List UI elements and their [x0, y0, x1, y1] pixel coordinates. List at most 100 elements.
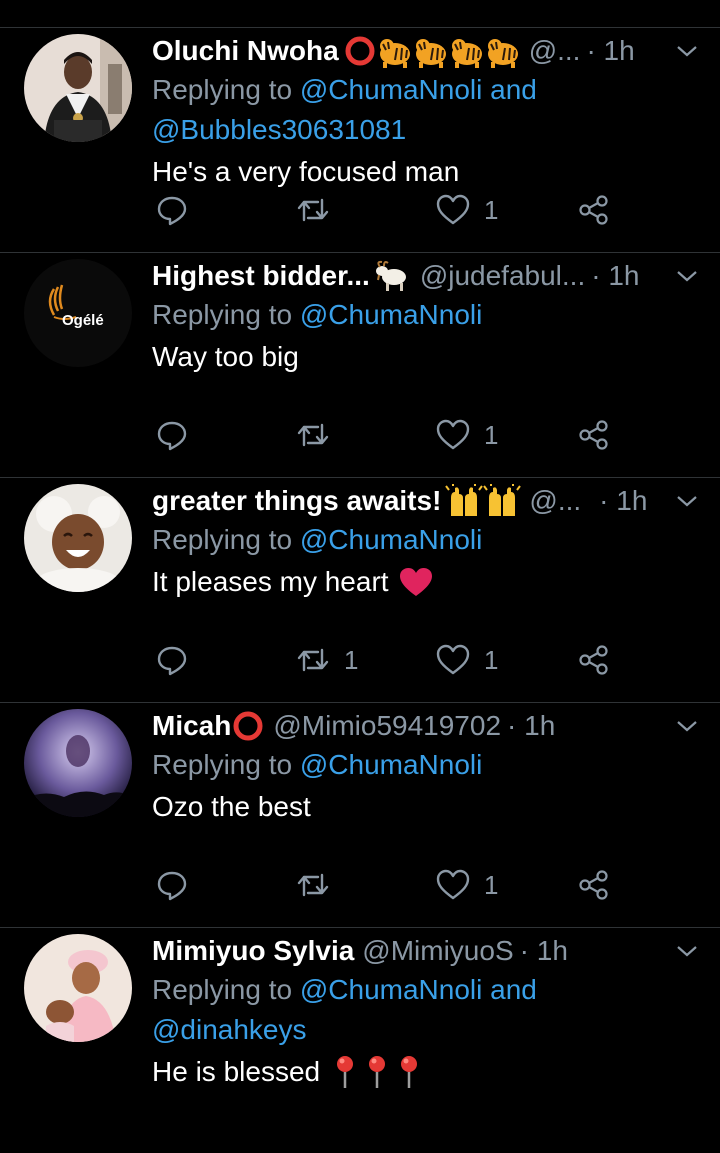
user-handle[interactable]: @... — [529, 35, 581, 67]
display-name[interactable]: Highest bidder... — [152, 260, 370, 292]
replying-to: Replying to @ChumaNnoli — [152, 745, 696, 785]
tiger-emoji — [415, 39, 446, 68]
display-name[interactable]: greater things awaits! — [152, 485, 441, 517]
hollow-red-circle-emoji — [345, 36, 375, 66]
tweet-text-content: Ozo the best — [152, 791, 311, 822]
timestamp: · 1h — [519, 935, 568, 966]
tweet-text: He's a very focused man — [152, 150, 696, 194]
like-count: 1 — [484, 644, 499, 675]
chevron-down-icon[interactable] — [672, 711, 702, 741]
like-button[interactable]: 1 — [436, 190, 498, 230]
display-name[interactable]: Micah — [152, 710, 231, 742]
replying-to: Replying to @ChumaNnoli and — [152, 70, 696, 110]
round-pushpin-emoji — [337, 1056, 354, 1088]
replying-to: Replying to @ChumaNnoli — [152, 295, 696, 335]
mention-link[interactable]: @ChumaNnoli — [300, 524, 483, 555]
like-count: 1 — [484, 419, 499, 450]
tweet-content: Mimiyuo Sylvia @MimiyuoS · 1h Replying t… — [152, 932, 697, 1094]
round-pushpin-emoji — [369, 1056, 386, 1088]
tweet-text-content: Way too big — [152, 341, 299, 372]
mention-link[interactable]: @ChumaNnoli and — [300, 974, 537, 1005]
tweet-header: Highest bidder... @judefabul... · 1h — [152, 257, 697, 295]
mention-link[interactable]: @ChumaNnoli — [300, 749, 483, 780]
user-handle[interactable]: @Mimio59419702 — [273, 710, 501, 742]
tweet-content: Micah @Mimio59419702 · 1h Replying to @C… — [152, 707, 697, 829]
mention-link[interactable]: @Bubbles30631081 — [152, 114, 406, 145]
reply-icon — [157, 871, 187, 901]
reply-tweet[interactable]: Micah @Mimio59419702 · 1h Replying to @C… — [0, 703, 720, 928]
reply-button[interactable] — [156, 865, 188, 905]
reply-tweet[interactable]: greater things awaits! @... · 1h Replyin… — [0, 478, 720, 703]
replying-to: Replying to @ChumaNnoli — [152, 520, 696, 560]
chevron-down-icon[interactable] — [672, 261, 702, 291]
replying-to-label: Replying to — [152, 524, 300, 555]
chevron-down-icon[interactable] — [672, 936, 702, 966]
avatar[interactable] — [24, 34, 132, 142]
reply-button[interactable] — [156, 415, 188, 455]
tiger-emoji — [451, 39, 482, 68]
red-heart-emoji — [399, 568, 432, 596]
avatar-logo-text: Ogélé — [62, 312, 104, 329]
top-divider — [0, 0, 720, 28]
share-button[interactable] — [578, 640, 610, 680]
tweet-actions: 1 — [152, 415, 720, 455]
tweet-text: Ozo the best — [152, 785, 696, 829]
user-handle[interactable]: @judefabul... — [420, 260, 585, 292]
like-count: 1 — [484, 194, 499, 225]
chevron-down-icon[interactable] — [672, 36, 702, 66]
timestamp: · 1h — [591, 260, 640, 291]
heart-icon — [436, 644, 470, 675]
replying-to-label: Replying to — [152, 299, 300, 330]
reply-button[interactable] — [156, 190, 188, 230]
tweet-content: Oluchi Nwoha @... · 1h Replying to @Chum… — [152, 32, 697, 194]
share-button[interactable] — [578, 415, 610, 455]
share-button[interactable] — [578, 190, 610, 230]
display-name[interactable]: Mimiyuo Sylvia — [152, 935, 354, 967]
retweet-button[interactable] — [296, 190, 344, 230]
retweet-button[interactable] — [296, 865, 344, 905]
avatar[interactable] — [24, 934, 132, 1042]
tiger-emoji — [379, 39, 410, 68]
tweet-header: Oluchi Nwoha @... · 1h — [152, 32, 697, 70]
hollow-red-circle-emoji — [233, 711, 263, 741]
name-emoji-group — [445, 484, 522, 518]
tweet-text-content: It pleases my heart — [152, 566, 389, 597]
like-button[interactable]: 1 — [436, 640, 498, 680]
like-button[interactable]: 1 — [436, 415, 498, 455]
avatar[interactable] — [24, 709, 132, 817]
share-icon — [579, 195, 608, 225]
heart-icon — [436, 194, 470, 225]
reply-tweet[interactable]: Ogélé Highest bidder... @judefabul... · … — [0, 253, 720, 478]
mention-link[interactable]: @dinahkeys — [152, 1014, 307, 1045]
reply-tweet[interactable]: Oluchi Nwoha @... · 1h Replying to @Chum… — [0, 28, 720, 253]
round-pushpin-emoji — [401, 1056, 418, 1088]
share-icon — [579, 420, 608, 450]
chevron-down-icon[interactable] — [672, 486, 702, 516]
text-emoji-group — [332, 1055, 422, 1089]
share-icon — [579, 870, 608, 900]
mention-link[interactable]: @ChumaNnoli and — [300, 74, 537, 105]
retweet-count: 1 — [344, 644, 359, 675]
retweet-button[interactable]: 1 — [296, 640, 358, 680]
user-handle[interactable]: @... — [529, 485, 581, 517]
mention-link[interactable]: @ChumaNnoli — [300, 299, 483, 330]
replying-to-label: Replying to — [152, 749, 300, 780]
tweet-actions: 1 1 — [152, 640, 720, 680]
replying-to-continued: @dinahkeys — [152, 1010, 696, 1050]
tweet-content: greater things awaits! @... · 1h Replyin… — [152, 482, 697, 604]
tweet-header: Mimiyuo Sylvia @MimiyuoS · 1h — [152, 932, 697, 970]
like-count: 1 — [484, 869, 499, 900]
like-button[interactable]: 1 — [436, 865, 498, 905]
display-name[interactable]: Oluchi Nwoha — [152, 35, 339, 67]
reply-button[interactable] — [156, 640, 188, 680]
goat-emoji — [375, 260, 406, 291]
avatar[interactable]: Ogélé — [24, 259, 132, 367]
avatar[interactable] — [24, 484, 132, 592]
reply-icon — [157, 196, 187, 226]
retweet-button[interactable] — [296, 415, 344, 455]
reply-tweet[interactable]: Mimiyuo Sylvia @MimiyuoS · 1h Replying t… — [0, 928, 720, 1153]
share-button[interactable] — [578, 865, 610, 905]
user-handle[interactable]: @MimiyuoS — [362, 935, 513, 967]
name-emoji-group — [374, 259, 412, 293]
tweet-content: Highest bidder... @judefabul... · 1h Rep… — [152, 257, 697, 379]
